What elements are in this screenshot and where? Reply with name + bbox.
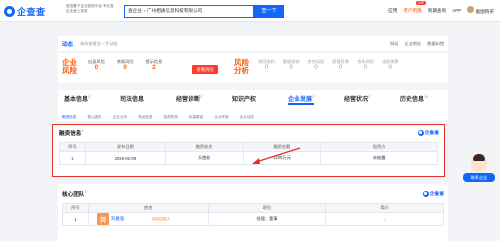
nav-apps[interactable]: 应用 (388, 8, 397, 14)
website-link[interactable]: 网站 (390, 41, 398, 47)
main-tabs: 基本信息5 司法信息 经营诊断2 知识产权 企业发展2 经营状况2 历史信息10 (58, 90, 448, 114)
subtab-competitors[interactable]: 竞品信息 (138, 115, 152, 120)
tab-business-status[interactable]: 经营状况2 (344, 94, 370, 103)
col-investor: 投资方 (320, 142, 438, 152)
subtab-financing[interactable]: 融资信息 (62, 115, 76, 120)
col-intro: 简介 (325, 203, 444, 213)
search-input[interactable]: 广州相通信息科技有限公司 (147, 8, 202, 14)
cell-round: 天使轮 (164, 151, 244, 165)
cell-person: 刘 刘嘉强 实际控制人 (87, 212, 209, 226)
qcc-watermark: 企查查 (422, 190, 444, 197)
financing-title: 融资信息1 (59, 129, 84, 137)
financing-table: 序号 发布日期 融资轮次 融资金额 投资方 1 2026-02-09 天使轮 1… (59, 142, 438, 165)
col-index: 序号 (59, 142, 86, 152)
core-team-title: 核心团队1 (62, 190, 87, 198)
logo-icon (4, 6, 15, 17)
qcc-logo-icon (417, 129, 424, 136)
search-scope-select[interactable]: 查企业 ▼ (128, 8, 146, 14)
col-round: 融资轮次 (164, 142, 244, 152)
risk-analysis-title: 风险分析 (234, 58, 249, 75)
dynamic-actions: 网站 企业地址 数据纠错 (390, 41, 444, 47)
subtab-private-funds[interactable]: 私募基金 (189, 115, 203, 120)
tab-history[interactable]: 历史信息10 (400, 94, 428, 103)
fx-stat[interactable]: 合作风险 0 (308, 59, 325, 71)
tab-ip[interactable]: 知识产权 (232, 94, 256, 103)
sub-tabs: 融资信息 核心团队 企业业务 竞品信息 投资机构 私募基金 企业年报 企业动态 (58, 113, 448, 121)
nav-account[interactable]: 截图购买 (467, 6, 494, 15)
subtab-core-team[interactable]: 核心团队 (87, 115, 101, 120)
cell-date: 2026-02-09 (84, 151, 166, 165)
chevron-down-icon: ▼ (143, 9, 147, 13)
table-row: 1 刘 刘嘉强 实际控制人 经理、董事 - (62, 212, 444, 226)
risk-stats: 自身风险 0 关联风险 0 提示信息 2 (88, 59, 162, 71)
search-box[interactable]: 查企业 ▼ 广州相通信息科技有限公司 (124, 5, 254, 18)
cell-index: 1 (59, 151, 86, 165)
top-nav: 应用 老户用我 到期查询 APP 截图购买 (388, 6, 494, 15)
address-link[interactable]: 企业地址 (404, 41, 421, 47)
annotation-arrow-icon (252, 147, 301, 164)
core-team-table: 序号 姓名 职位 简介 1 刘 刘嘉强 实际控制人 经理、董事 - (62, 203, 444, 226)
table-row: 1 2026-02-09 天使轮 1200万元 未披露 (59, 151, 438, 165)
logo-text: 企查查 (17, 7, 46, 17)
search-button[interactable]: 查一下 (254, 5, 284, 18)
subtab-annual-report[interactable]: 企业年报 (214, 115, 228, 120)
cell-index: 1 (62, 212, 89, 226)
risk-title: 企业风险 (62, 58, 77, 75)
col-index: 序号 (62, 203, 89, 213)
col-date: 发布日期 (84, 142, 166, 152)
fx-stat[interactable]: 经营异常 0 (332, 59, 349, 71)
cell-role: 经理、董事 (207, 212, 327, 226)
logo[interactable]: 企查查 (4, 5, 46, 18)
col-name: 姓名 (87, 203, 209, 213)
cell-investor: 未披露 (320, 151, 438, 165)
subtab-business[interactable]: 企业业务 (113, 115, 127, 120)
person-avatar: 刘 (96, 213, 109, 225)
controller-tag: 实际控制人 (152, 216, 171, 221)
company-dynamic-row: 动态 来的查看会一手动态 网站 企业地址 数据纠错 (58, 36, 448, 52)
risk-stat-self[interactable]: 自身风险 0 (88, 59, 105, 71)
tab-basic-info[interactable]: 基本信息5 (64, 94, 90, 103)
tab-development[interactable]: 企业发展2 (288, 94, 315, 105)
tab-operation-diagnosis[interactable]: 经营诊断2 (176, 94, 202, 103)
qcc-watermark: 企查查 (417, 129, 439, 136)
fx-stat[interactable]: 合作风险 0 (357, 59, 374, 71)
fx-stat[interactable]: 股权冻结 0 (283, 59, 300, 71)
nav-app[interactable]: APP (452, 8, 461, 13)
financing-section: 融资信息1 企查查 序号 发布日期 融资轮次 融资金额 投资方 1 2026-0… (52, 124, 445, 177)
subtab-investors[interactable]: 投资机构 (164, 115, 178, 120)
qcc-logo-icon (422, 190, 429, 197)
risk-stat-related[interactable]: 关联风险 0 (117, 59, 134, 71)
risk-panel: 企业风险 自身风险 0 关联风险 0 提示信息 2 查看风险 风险分析 合同违约 0 股… (58, 53, 448, 83)
tab-judicial[interactable]: 司法信息 (120, 94, 144, 103)
view-risk-button[interactable]: 查看风险 (192, 65, 218, 74)
slogan: 查查看下企业查询平台 专业查企业就上查查 (66, 4, 114, 13)
contact-label[interactable]: 联系企业 (463, 173, 495, 182)
risk-stat-hints[interactable]: 提示信息 2 (146, 59, 163, 71)
risk-analysis-stats: 合同违约 0 股权冻结 0 合作风险 0 经营异常 0 合作风险 0 派诉关系 0 (258, 59, 399, 71)
person-name-link[interactable]: 刘嘉强 (111, 216, 124, 222)
vip-badge: VIP (416, 1, 426, 5)
top-header: 企查查 查查看下企业查询平台 专业查企业就上查查 查企业 ▼ 广州相通信息科技有… (0, 0, 500, 22)
user-avatar (467, 6, 475, 13)
core-team-section: 核心团队1 企查查 序号 姓名 职位 简介 1 刘 刘嘉强 实际控制人 经理、董… (58, 184, 448, 241)
fx-stat[interactable]: 合同违约 0 (258, 59, 275, 71)
dynamic-label: 动态 (62, 42, 74, 48)
dynamic-text[interactable]: 来的查看会一手动态 (80, 41, 118, 47)
subtab-news[interactable]: 企业动态 (240, 115, 254, 120)
service-avatar (471, 154, 487, 172)
col-position: 职位 (207, 203, 327, 213)
nav-vip[interactable]: 老户用我 (403, 8, 421, 14)
nav-expiry[interactable]: 到期查询 (428, 8, 446, 14)
contact-service-widget[interactable]: 联系企业 (463, 154, 495, 188)
data-correction-link[interactable]: 数据纠错 (427, 41, 444, 47)
cell-intro: - (325, 212, 444, 226)
fx-stat[interactable]: 派诉关系 0 (382, 59, 399, 71)
